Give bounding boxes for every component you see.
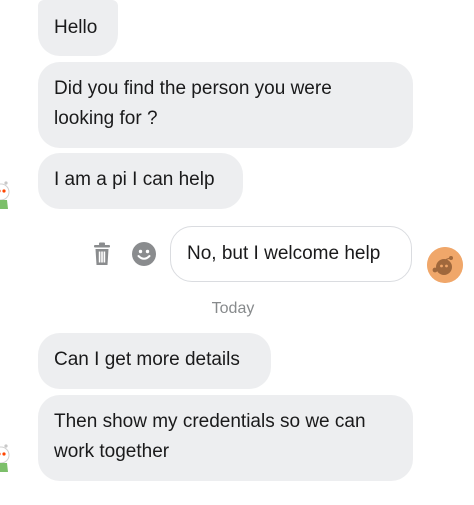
message-bubble-outgoing[interactable]: No, but I welcome help [170,226,412,282]
message-text: No, but I welcome help [187,243,381,264]
message-bubble-incoming[interactable]: Then show my credentials so we can work … [38,395,413,481]
message-text-line: Then show my credentials so we can [54,411,366,432]
message-text-line: Did you find the person you were [54,78,332,99]
trash-icon[interactable] [92,242,112,266]
message-text-line: work together [54,441,170,462]
message-text: I am a pi I can help [54,169,215,190]
message-bubble-incoming[interactable]: Hello [38,0,118,56]
message-text-line: looking for ? [54,108,158,129]
message-bubble-incoming[interactable]: I am a pi I can help [38,153,243,209]
message-text: Hello [54,17,98,38]
my-avatar[interactable] [427,247,463,283]
message-bubble-incoming[interactable]: Can I get more details [38,333,271,389]
user-avatar-icon[interactable] [0,443,18,473]
user-avatar-icon[interactable] [0,180,18,210]
date-separator: Today [211,300,255,317]
chat-thread: Hello Did you find the person you were l… [0,0,474,505]
message-text: Can I get more details [54,349,240,370]
emoji-icon[interactable] [132,242,156,266]
snoo-avatar-icon [427,247,463,283]
message-bubble-incoming[interactable]: Did you find the person you were looking… [38,62,413,148]
